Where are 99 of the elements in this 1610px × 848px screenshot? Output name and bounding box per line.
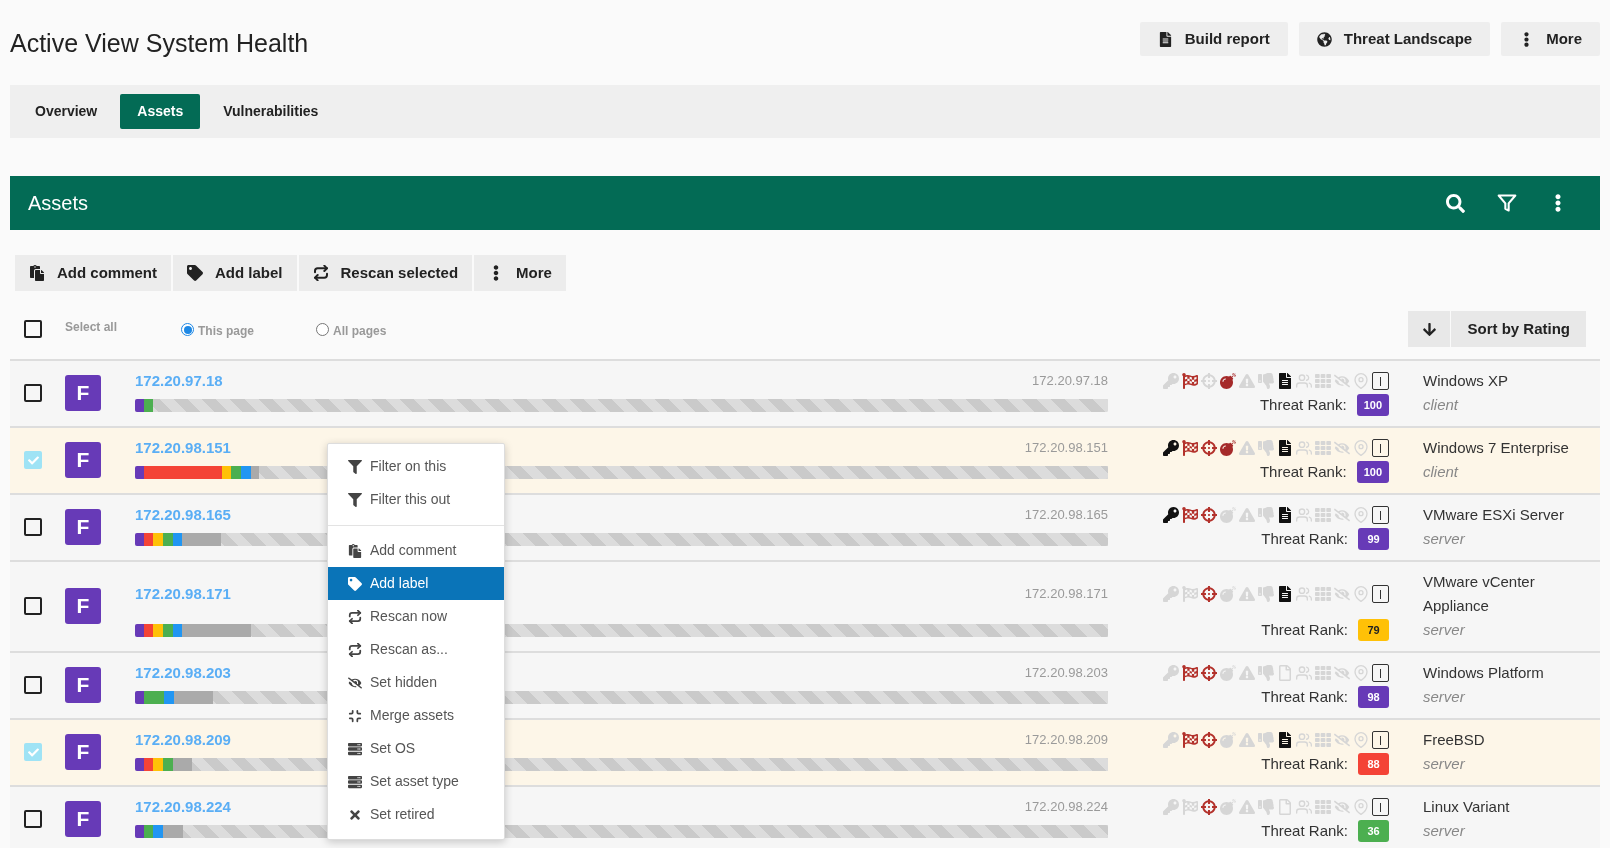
asset-type: client	[1423, 394, 1460, 415]
menu-item[interactable]: Set hidden	[328, 666, 504, 699]
asset-type: client	[1423, 461, 1460, 482]
tab[interactable]: Vulnerabilities	[206, 94, 336, 129]
page-title: Active View System Health	[10, 28, 309, 59]
sort-direction-button[interactable]	[1408, 311, 1451, 347]
grade-badge: F	[65, 667, 101, 703]
row-checkbox[interactable]	[24, 384, 42, 402]
server-icon	[348, 774, 362, 789]
grade-badge: F	[65, 734, 101, 770]
repeat-icon	[348, 642, 362, 657]
os-name: VMware vCenter Appliance	[1423, 572, 1536, 616]
row-checkbox[interactable]	[24, 518, 42, 536]
threat-rank-label: Threat Rank:	[1261, 528, 1348, 549]
threat-rank-label: Threat Rank:	[1261, 619, 1348, 640]
threat-rank-badge: 100	[1356, 461, 1389, 483]
filter-icon[interactable]	[1497, 193, 1517, 213]
arrow-down-icon	[1422, 321, 1437, 337]
toolbar-button[interactable]: Add label	[173, 255, 297, 291]
grade-badge: F	[65, 588, 101, 624]
header-button[interactable]: Threat Landscape	[1298, 22, 1491, 56]
tab[interactable]: Overview	[18, 94, 115, 129]
os-name: Windows Platform	[1423, 663, 1544, 683]
toolbar-button[interactable]: Rescan selected	[298, 255, 473, 291]
compress-icon	[348, 708, 362, 723]
check-icon	[27, 746, 39, 758]
menu-item[interactable]: Set OS	[328, 732, 504, 765]
globe-icon	[1316, 31, 1332, 47]
menu-item[interactable]: Filter this out	[328, 483, 504, 516]
grade-badge: F	[65, 801, 101, 837]
radio-button[interactable]	[316, 323, 329, 336]
asset-type: server	[1423, 528, 1466, 549]
menu-item[interactable]: Set retired	[328, 798, 504, 831]
repeat-icon	[348, 609, 362, 624]
threat-rank-badge: 36	[1358, 820, 1389, 842]
row-checkbox[interactable]	[24, 810, 42, 828]
os-name: VMware ESXi Server	[1423, 505, 1564, 525]
menu-item[interactable]: Add comment	[328, 534, 504, 567]
panel-title: Assets	[28, 191, 89, 216]
threat-rank-badge: 98	[1358, 686, 1389, 708]
row-checkbox[interactable]	[24, 743, 42, 761]
os-name: Linux Variant	[1423, 797, 1510, 817]
tag-icon	[187, 265, 203, 281]
filter-icon	[348, 492, 362, 507]
asset-type: server	[1423, 619, 1466, 640]
document-icon	[1157, 31, 1173, 47]
asset-ip-text: 172.20.97.18	[1032, 372, 1108, 391]
grade-badge: F	[65, 375, 101, 411]
threat-rank-label: Threat Rank:	[1261, 686, 1348, 707]
os-name: Windows XP	[1423, 371, 1509, 391]
threat-rank-label: Threat Rank:	[1259, 394, 1347, 415]
sort-button[interactable]: Sort by Rating	[1451, 311, 1586, 347]
os-name: Windows 7 Enterprise	[1423, 438, 1569, 458]
grade-badge: F	[65, 509, 101, 545]
menu-item[interactable]: Rescan as...	[328, 633, 504, 666]
x-mark-icon	[348, 807, 362, 822]
tab[interactable]: Assets	[120, 94, 201, 129]
threat-rank-badge: 79	[1358, 619, 1389, 641]
tag-icon	[348, 576, 362, 591]
repeat-icon	[312, 265, 329, 281]
threat-rank-label: Threat Rank:	[1261, 753, 1348, 774]
menu-item[interactable]: Rescan now	[328, 600, 504, 633]
toolbar-button[interactable]: More	[474, 255, 566, 291]
grade-badge: F	[65, 442, 101, 478]
asset-type: server	[1423, 686, 1466, 707]
row-checkbox[interactable]	[24, 451, 42, 469]
radio-button[interactable]	[181, 323, 194, 336]
asset-ip-text: 172.20.98.224	[1024, 798, 1108, 817]
menu-item[interactable]: Filter on this	[328, 450, 504, 483]
server-icon	[348, 741, 362, 756]
check-icon	[27, 454, 39, 466]
menu-item[interactable]: Add label	[328, 567, 504, 600]
asset-ip-text: 172.20.98.151	[1024, 439, 1108, 458]
asset-ip-text: 172.20.98.171	[1024, 585, 1108, 604]
menu-item[interactable]: Merge assets	[328, 699, 504, 732]
toolbar-button[interactable]: Add comment	[15, 255, 171, 291]
select-all-checkbox[interactable]	[24, 320, 42, 338]
search-icon[interactable]	[1446, 193, 1465, 213]
os-name: FreeBSD	[1423, 730, 1485, 750]
asset-ip-text: 172.20.98.209	[1024, 731, 1108, 750]
threat-rank-label: Threat Rank:	[1259, 461, 1347, 482]
header-button[interactable]: More	[1501, 22, 1600, 56]
asset-ip-text: 172.20.98.165	[1024, 506, 1108, 525]
threat-rank-badge: 100	[1356, 394, 1389, 416]
row-checkbox[interactable]	[24, 597, 42, 615]
threat-rank-label: Threat Rank:	[1261, 820, 1348, 841]
asset-ip-text: 172.20.98.203	[1024, 664, 1108, 683]
asset-type: server	[1423, 753, 1466, 774]
paste-icon	[29, 265, 45, 281]
menu-item[interactable]: Set asset type	[328, 765, 504, 798]
filter-icon	[348, 459, 362, 474]
threat-rank-badge: 88	[1358, 753, 1389, 775]
header-button[interactable]: Build report	[1139, 22, 1288, 56]
threat-rank-badge: 99	[1358, 528, 1389, 550]
paste-icon	[348, 543, 362, 558]
eye-slash-icon	[348, 675, 362, 690]
row-checkbox[interactable]	[24, 676, 42, 694]
asset-type: server	[1423, 820, 1466, 841]
select-all-label: Select all	[65, 319, 119, 336]
